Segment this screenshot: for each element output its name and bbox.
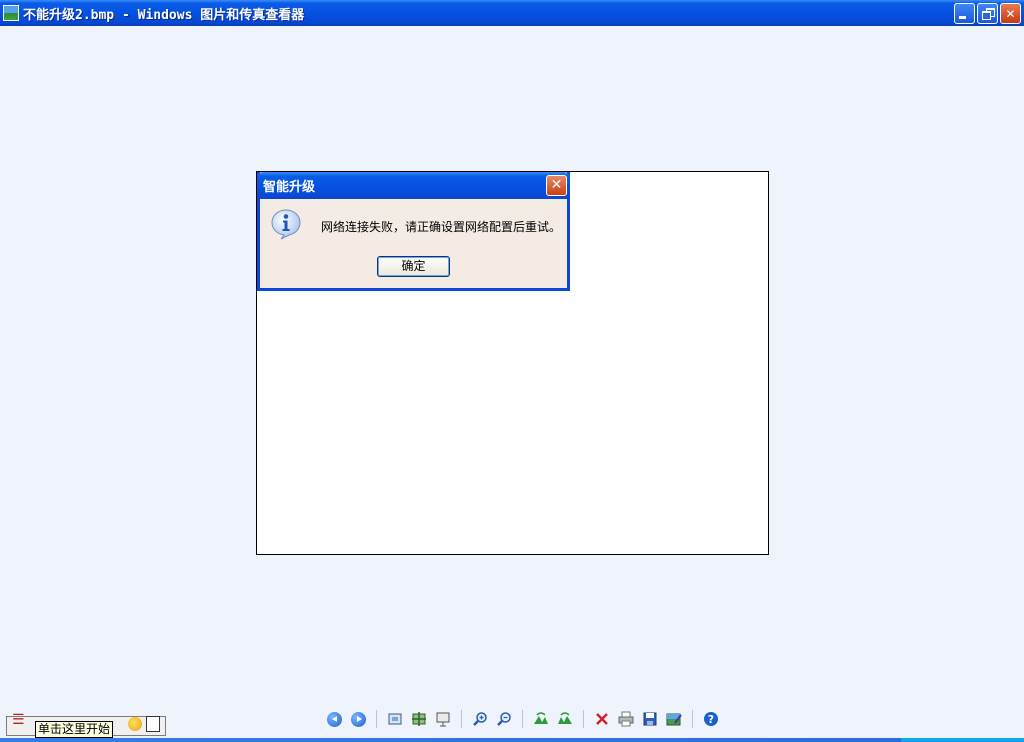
toolbar-separator — [692, 710, 693, 728]
rotate-counterclockwise-button[interactable] — [556, 710, 574, 728]
printer-icon — [618, 711, 634, 727]
actual-size-icon — [412, 712, 426, 726]
save-button[interactable] — [641, 710, 659, 728]
minimize-button[interactable] — [954, 3, 975, 24]
rotate-clockwise-button[interactable] — [532, 710, 550, 728]
picture-viewer-app-icon[interactable] — [3, 5, 19, 21]
save-icon — [643, 712, 657, 726]
dialog-close-button[interactable]: ✕ — [546, 175, 567, 196]
best-fit-button[interactable] — [386, 710, 404, 728]
edit-image-icon — [666, 713, 682, 726]
info-icon — [271, 209, 301, 240]
rotate-clockwise-icon — [534, 712, 548, 724]
start-tooltip: 单击这里开始 — [35, 721, 114, 738]
ok-button[interactable]: 确定 — [377, 256, 450, 277]
slideshow-icon — [436, 712, 450, 727]
delete-button[interactable] — [593, 710, 611, 728]
toolbar-separator — [376, 710, 377, 728]
zoom-out-icon — [497, 712, 511, 726]
upgrade-dialog: 智能升级 ✕ 网络连接失败，请正确设置网络配置后重试。 确定 — [257, 172, 570, 291]
document-icon[interactable] — [146, 716, 160, 732]
help-icon: ? — [704, 712, 718, 726]
taskbar-edge — [0, 738, 1024, 742]
zoom-in-icon — [473, 712, 487, 726]
best-fit-icon — [388, 713, 402, 725]
help-button[interactable]: ? — [702, 710, 720, 728]
restore-button[interactable] — [977, 3, 998, 24]
actual-size-button[interactable] — [410, 710, 428, 728]
close-icon: ✕ — [550, 177, 563, 193]
app-logo-icon[interactable]: ☰ — [12, 712, 25, 728]
zoom-in-button[interactable] — [471, 710, 489, 728]
restore-icon — [981, 8, 995, 20]
next-image-button[interactable] — [349, 710, 367, 728]
window-titlebar: 不能升级2.bmp - Windows 图片和传真查看器 ✕ — [0, 0, 1024, 26]
dialog-message: 网络连接失败，请正确设置网络配置后重试。 — [321, 220, 562, 234]
next-icon — [350, 711, 366, 727]
previous-icon — [326, 711, 342, 727]
viewer-toolbar: ? — [322, 708, 723, 730]
print-button[interactable] — [617, 710, 635, 728]
zoom-out-button[interactable] — [495, 710, 513, 728]
minimize-icon — [959, 16, 966, 19]
previous-image-button[interactable] — [325, 710, 343, 728]
svg-text:?: ? — [708, 713, 714, 726]
close-icon: ✕ — [1005, 6, 1016, 21]
window-controls: ✕ — [954, 3, 1021, 24]
edit-button[interactable] — [665, 710, 683, 728]
toolbar-separator — [461, 710, 462, 728]
close-window-button[interactable]: ✕ — [1000, 3, 1021, 24]
dialog-title: 智能升级 — [263, 180, 316, 195]
toolbar-separator — [522, 710, 523, 728]
toolbar-separator — [583, 710, 584, 728]
folder-icon[interactable] — [128, 717, 142, 731]
delete-icon — [596, 713, 608, 725]
rotate-counterclockwise-icon — [558, 712, 572, 724]
slideshow-button[interactable] — [434, 710, 452, 728]
taskbar-fragment: ☰ 单击这里开始 — [6, 712, 166, 738]
dialog-titlebar: 智能升级 ✕ — [257, 172, 570, 199]
window-title: 不能升级2.bmp - Windows 图片和传真查看器 — [23, 7, 305, 23]
